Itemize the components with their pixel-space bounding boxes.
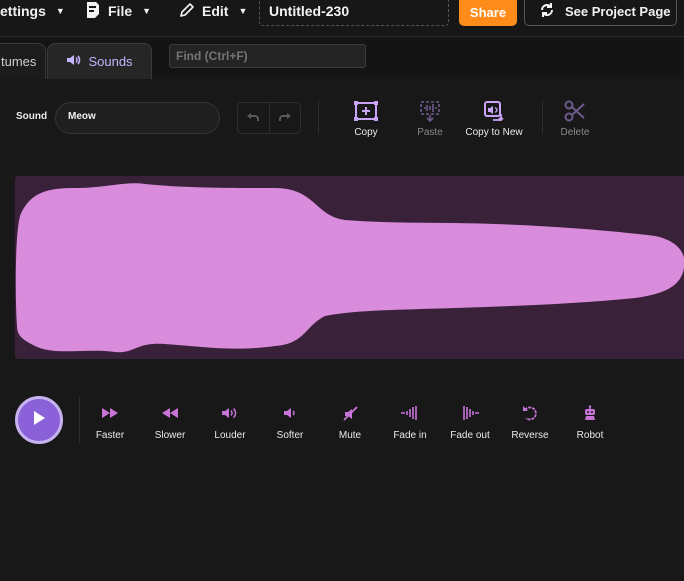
- undo-icon: [246, 109, 260, 127]
- volume-down-icon: [283, 403, 297, 423]
- undo-button[interactable]: [238, 103, 270, 133]
- copy-to-new-button[interactable]: Copy to New: [459, 100, 529, 138]
- play-icon: [32, 410, 46, 431]
- edit-menu-label: Edit: [202, 3, 229, 19]
- refresh-icon: [539, 2, 555, 21]
- undo-redo-group: [237, 102, 301, 134]
- fade-in-icon: [400, 403, 420, 423]
- chevron-down-icon: ▼: [142, 6, 152, 16]
- tab-costumes-label: tumes: [1, 54, 37, 69]
- rewind-icon: [161, 403, 179, 423]
- toolbar-divider: [318, 100, 319, 134]
- fade-out-button[interactable]: Fade out: [440, 403, 500, 441]
- tab-costumes[interactable]: tumes: [0, 43, 46, 79]
- copy-label: Copy: [354, 127, 378, 138]
- file-menu-label: File: [108, 3, 133, 19]
- reverse-label: Reverse: [511, 430, 549, 441]
- fade-in-button[interactable]: Fade in: [380, 403, 440, 441]
- delete-label: Delete: [560, 127, 590, 138]
- robot-button[interactable]: Robot: [560, 403, 620, 441]
- play-button[interactable]: [15, 396, 63, 444]
- copy-icon: [353, 100, 379, 122]
- sound-name-label: Sound: [16, 111, 48, 122]
- paste-button[interactable]: Paste: [395, 100, 465, 138]
- pencil-icon: [179, 2, 195, 21]
- fade-in-label: Fade in: [393, 430, 427, 441]
- mute-button[interactable]: Mute: [320, 403, 380, 441]
- fade-out-label: Fade out: [450, 430, 490, 441]
- settings-menu[interactable]: ettings ▼: [0, 0, 65, 22]
- faster-label: Faster: [95, 430, 125, 441]
- mute-label: Mute: [338, 430, 362, 441]
- redo-icon: [278, 109, 292, 127]
- robot-label: Robot: [576, 430, 604, 441]
- slower-label: Slower: [154, 430, 186, 441]
- tab-sounds[interactable]: Sounds: [47, 43, 152, 79]
- mute-icon: [342, 403, 358, 423]
- tab-sounds-label: Sounds: [88, 54, 133, 69]
- share-button[interactable]: Share: [459, 0, 517, 26]
- waveform-editor[interactable]: [15, 176, 684, 359]
- slower-button[interactable]: Slower: [140, 403, 200, 441]
- faster-button[interactable]: Faster: [80, 403, 140, 441]
- fast-forward-icon: [101, 403, 119, 423]
- see-project-page-label: See Project Page: [565, 4, 671, 19]
- menu-bar: ettings ▼ File ▼ Edit ▼ Untitled-230 Sha…: [0, 0, 684, 37]
- file-icon: [85, 1, 101, 22]
- softer-label: Softer: [276, 430, 304, 441]
- paste-icon: [418, 100, 442, 122]
- reverse-icon: [522, 403, 538, 423]
- delete-button[interactable]: Delete: [540, 100, 610, 138]
- project-title-input[interactable]: Untitled-230: [259, 0, 449, 26]
- settings-menu-label: ettings: [0, 3, 46, 19]
- chevron-down-icon: ▼: [55, 6, 65, 16]
- copy-to-new-label: Copy to New: [465, 127, 523, 138]
- robot-icon: [582, 403, 598, 423]
- louder-button[interactable]: Louder: [200, 403, 260, 441]
- scissors-icon: [564, 100, 586, 122]
- softer-button[interactable]: Softer: [260, 403, 320, 441]
- waveform-graphic: [15, 183, 684, 353]
- speaker-icon: [66, 53, 82, 70]
- copy-button[interactable]: Copy: [331, 100, 401, 138]
- sound-waveform: [15, 183, 684, 353]
- reverse-button[interactable]: Reverse: [500, 403, 560, 441]
- edit-menu[interactable]: Edit ▼: [179, 0, 247, 22]
- find-input[interactable]: [169, 44, 366, 68]
- louder-label: Louder: [214, 430, 246, 441]
- paste-label: Paste: [417, 127, 443, 138]
- sound-name-input[interactable]: Meow: [55, 102, 220, 134]
- file-menu[interactable]: File ▼: [85, 0, 151, 22]
- volume-up-icon: [221, 403, 239, 423]
- redo-button[interactable]: [270, 103, 301, 133]
- copy-to-new-icon: [483, 100, 505, 122]
- fade-out-icon: [460, 403, 480, 423]
- chevron-down-icon: ▼: [238, 6, 248, 16]
- see-project-page-button[interactable]: See Project Page: [524, 0, 677, 26]
